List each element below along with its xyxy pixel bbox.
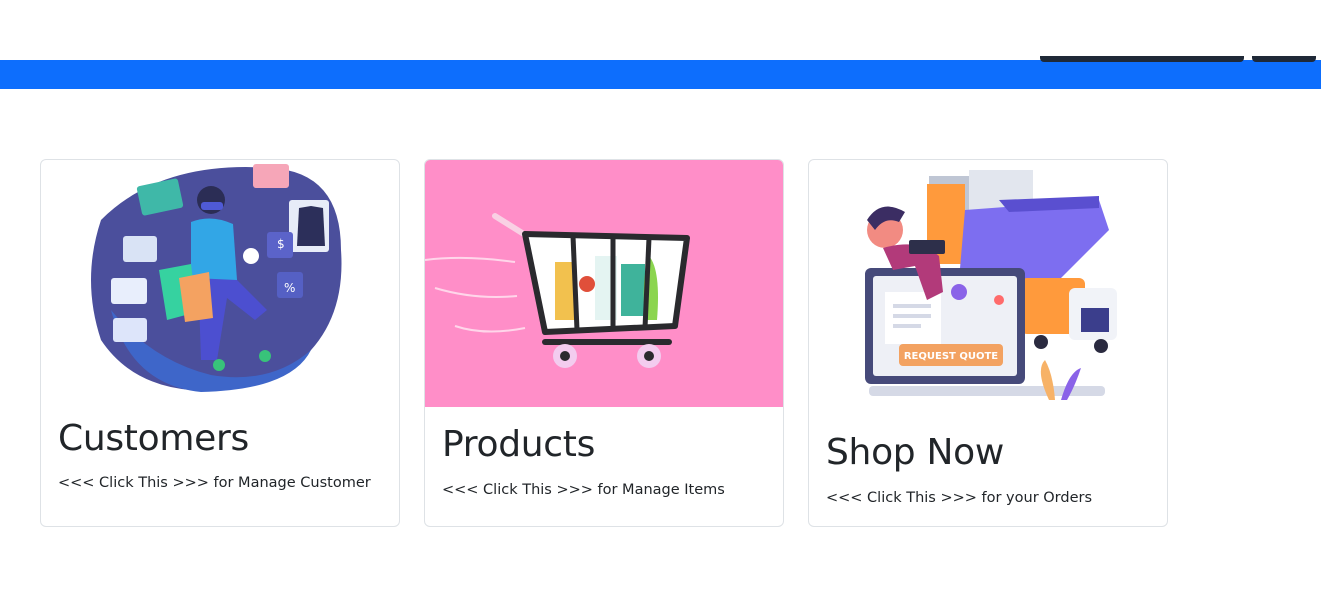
customers-card[interactable]: $ % Customers <<< Click This >>> for Man… [40, 159, 400, 527]
top-navbar [0, 60, 1321, 89]
card-text: <<< Click This >>> for Manage Items [442, 482, 725, 498]
card-title: Customers [58, 418, 249, 459]
nav-button[interactable] [1252, 56, 1316, 62]
products-illustration [425, 160, 783, 407]
card-title: Shop Now [826, 432, 1004, 473]
shop-now-card[interactable]: REQUEST QUOTE Shop Now <<< Click This >>… [808, 159, 1168, 527]
svg-text:$: $ [277, 237, 285, 251]
card-text: <<< Click This >>> for your Orders [826, 490, 1093, 506]
svg-text:%: % [284, 281, 295, 295]
card-text: <<< Click This >>> for Manage Customer [58, 475, 371, 491]
request-quote-badge: REQUEST QUOTE [904, 351, 998, 362]
nav-button[interactable] [1040, 56, 1244, 62]
products-card[interactable]: Products <<< Click This >>> for Manage I… [424, 159, 784, 527]
page: $ % Customers <<< Click This >>> for Man… [0, 0, 1321, 607]
customers-illustration: $ % [41, 160, 399, 400]
card-title: Products [442, 424, 596, 465]
shop-now-illustration: REQUEST QUOTE [809, 160, 1167, 422]
